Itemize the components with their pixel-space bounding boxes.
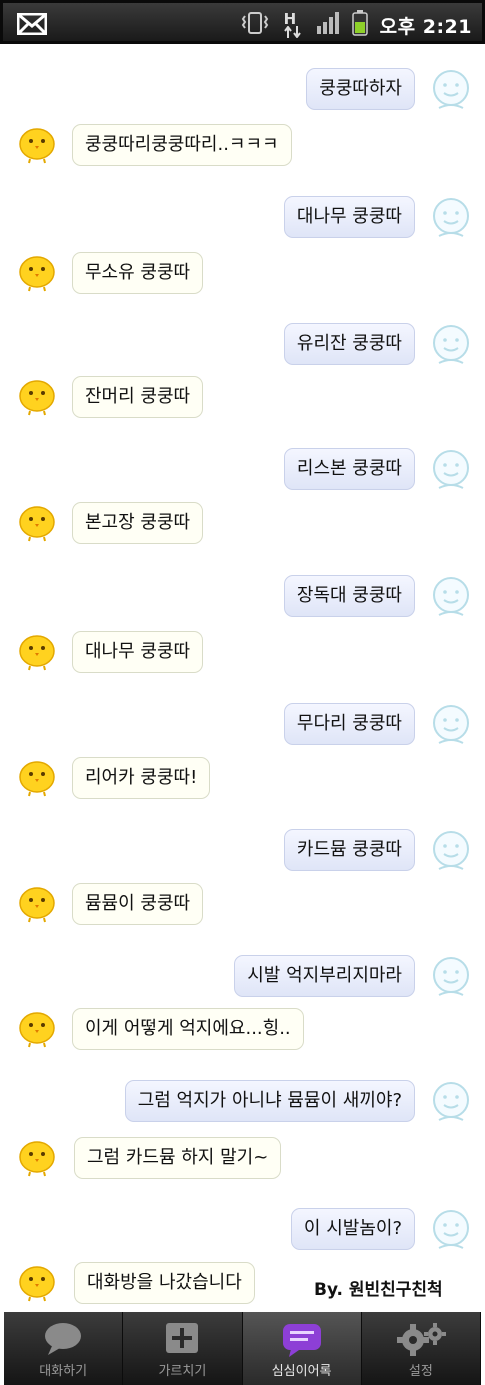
user-avatar-icon (431, 703, 471, 751)
message-row: 뮴뮴이 쿵쿵따 (0, 883, 485, 943)
network-hsdpa-icon: H (282, 10, 304, 38)
bot-message-bubble: 대나무 쿵쿵따 (72, 631, 204, 673)
clock-time: 2:21 (422, 15, 472, 38)
my-message-bubble: 그럼 억지가 아니냐 뮴뮴이 새끼야? (124, 1080, 415, 1122)
bot-message-bubble: 본고장 쿵쿵따 (72, 502, 204, 544)
message-row: 대나무 쿵쿵따 (0, 196, 485, 256)
mail-notification-icon[interactable] (16, 12, 48, 39)
bot-message-bubble: 리어카 쿵쿵따! (72, 757, 211, 799)
tab-label: 설정 (408, 1364, 433, 1379)
plus-box-icon (165, 1322, 199, 1358)
user-avatar-icon (431, 196, 471, 244)
bot-message-bubble: 뮴뮴이 쿵쿵따 (72, 883, 204, 925)
message-row: 그럼 억지가 아니냐 뮴뮴이 새끼야? (0, 1080, 485, 1140)
message-row: 리어카 쿵쿵따! (0, 757, 485, 817)
message-row: 본고장 쿵쿵따 (0, 502, 485, 562)
user-avatar-icon (431, 1080, 471, 1128)
message-row: 장독대 쿵쿵따 (0, 575, 485, 635)
simsimi-avatar-icon (16, 1137, 58, 1181)
my-message-bubble: 무다리 쿵쿵따 (283, 703, 415, 745)
user-avatar-icon (431, 829, 471, 877)
bot-message-bubble: 무소유 쿵쿵따 (72, 252, 204, 294)
user-avatar-icon (431, 575, 471, 623)
message-row: 유리잔 쿵쿵따 (0, 323, 485, 383)
user-avatar-icon (431, 955, 471, 1003)
message-row: 리스본 쿵쿵따 (0, 448, 485, 508)
message-row: 그럼 카드뮴 하지 말기~ (0, 1137, 485, 1197)
vibrate-icon (240, 11, 270, 39)
user-avatar-icon (431, 68, 471, 116)
clock: 오후 2:21 (380, 12, 472, 39)
user-avatar-icon (431, 448, 471, 496)
bot-message-bubble: 그럼 카드뮴 하지 말기~ (74, 1137, 282, 1179)
simsimi-avatar-icon (16, 124, 58, 168)
message-row: 이게 어떻게 억지에요...힝.. (0, 1008, 485, 1068)
simsimi-avatar-icon (16, 1262, 58, 1306)
my-message-bubble: 리스본 쿵쿵따 (283, 448, 415, 490)
simsimi-avatar-icon (16, 376, 58, 420)
simsimi-avatar-icon (16, 883, 58, 927)
message-row: 쿵쿵따하자 (0, 68, 485, 128)
tab-simsimi-quotes[interactable]: 심심이어록 (242, 1312, 362, 1385)
simsimi-avatar-icon (16, 631, 58, 675)
message-row: 무다리 쿵쿵따 (0, 703, 485, 763)
bot-message-bubble: 이게 어떻게 억지에요...힝.. (72, 1008, 304, 1050)
my-message-bubble: 쿵쿵따하자 (306, 68, 415, 110)
my-message-bubble: 카드뮴 쿵쿵따 (283, 829, 415, 871)
credit-watermark: By. 원빈친구친척 (314, 1280, 443, 1300)
message-row: 무소유 쿵쿵따 (0, 252, 485, 312)
message-row: 쿵쿵따리쿵쿵따리..ㅋㅋㅋ (0, 124, 485, 184)
simsimi-avatar-icon (16, 252, 58, 296)
bot-message-bubble: 잔머리 쿵쿵따 (72, 376, 204, 418)
simsimi-avatar-icon (16, 1008, 58, 1052)
chat-log[interactable]: 쿵쿵따하자 쿵쿵따리쿵쿵따리..ㅋㅋㅋ 대나무 쿵쿵따 무소유 쿵쿵따 유리잔 … (0, 44, 485, 1312)
battery-icon (351, 10, 368, 40)
simsimi-avatar-icon (16, 757, 58, 801)
my-message-bubble: 유리잔 쿵쿵따 (283, 323, 415, 365)
message-row: 잔머리 쿵쿵따 (0, 376, 485, 436)
my-message-bubble: 장독대 쿵쿵따 (283, 575, 415, 617)
my-message-bubble: 대나무 쿵쿵따 (283, 196, 415, 238)
user-avatar-icon (431, 323, 471, 371)
bot-message-bubble: 대화방을 나갔습니다 (74, 1262, 255, 1304)
my-message-bubble: 이 시발놈이? (290, 1208, 415, 1250)
message-row: 대나무 쿵쿵따 (0, 631, 485, 691)
message-row: 카드뮴 쿵쿵따 (0, 829, 485, 889)
user-avatar-icon (431, 1208, 471, 1256)
bot-message-bubble: 쿵쿵따리쿵쿵따리..ㅋㅋㅋ (72, 124, 292, 166)
tab-label: 가르치기 (158, 1364, 207, 1379)
speech-bubble-icon (42, 1322, 84, 1360)
tab-settings[interactable]: 설정 (361, 1312, 481, 1385)
tab-label: 심심이어록 (271, 1364, 332, 1379)
message-row: 이 시발놈이? (0, 1208, 485, 1268)
signal-strength-icon (316, 12, 340, 38)
clock-ampm: 오후 (379, 15, 416, 38)
message-row: 시발 억지부리지마라 (0, 955, 485, 1015)
tab-label: 대화하기 (39, 1364, 88, 1379)
bottom-tab-bar: 대화하기 가르치기 심심이어록 설정 (4, 1312, 481, 1385)
gears-icon (395, 1322, 447, 1360)
my-message-bubble: 시발 억지부리지마라 (234, 955, 415, 997)
simsimi-avatar-icon (16, 502, 58, 546)
tab-teach[interactable]: 가르치기 (123, 1312, 243, 1385)
tab-chat[interactable]: 대화하기 (4, 1312, 124, 1385)
status-bar: H 오후 2:21 (0, 0, 485, 44)
chat-bubble-purple-icon (281, 1322, 323, 1362)
